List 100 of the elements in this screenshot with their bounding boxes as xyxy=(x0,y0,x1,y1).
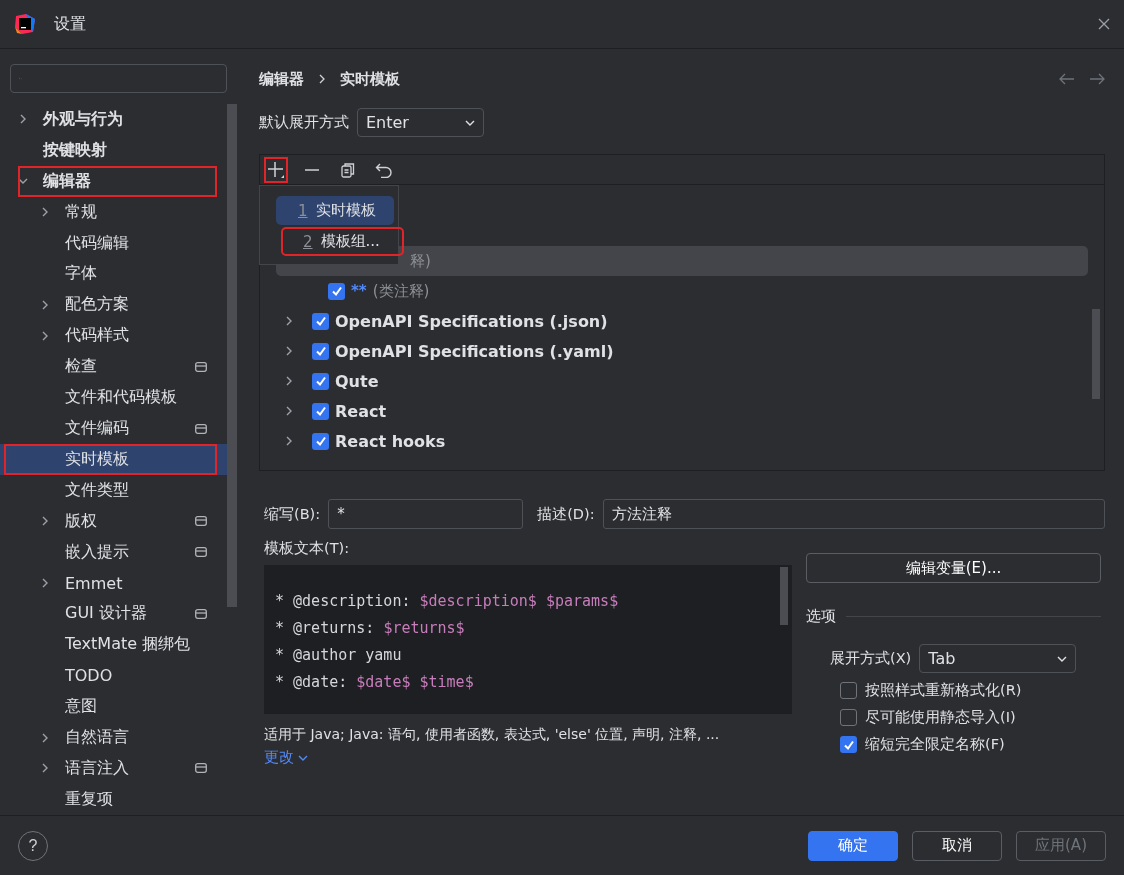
sidebar-item[interactable]: Emmet xyxy=(0,567,227,599)
template-group-row[interactable]: OpenAPI Specifications (.json) xyxy=(276,306,1088,336)
project-scope-icon xyxy=(195,547,207,558)
sidebar-item[interactable]: 按键映射 xyxy=(0,134,227,166)
checkbox[interactable] xyxy=(312,342,329,360)
sidebar-item[interactable]: 重复项 xyxy=(0,783,227,815)
section-title: 选项 xyxy=(806,607,836,626)
dialog-button[interactable]: 取消 xyxy=(912,830,1002,861)
checkbox[interactable] xyxy=(312,312,329,330)
field-label: 默认展开方式 xyxy=(259,113,349,132)
sidebar-item[interactable]: 代码样式 xyxy=(0,320,227,352)
checkbox[interactable] xyxy=(312,402,329,420)
breadcrumb-item: 实时模板 xyxy=(340,69,400,89)
app-logo-icon xyxy=(14,13,36,35)
code-editor[interactable]: * @description: $description$ $params$ * @returns: $returns$ * @author yamu * @date: $date$ $time$ xyxy=(264,565,792,714)
window-title: 设置 xyxy=(54,13,86,35)
menu-item[interactable]: 1 实时模板 xyxy=(276,196,394,225)
check-icon xyxy=(314,345,327,357)
project-scope-icon xyxy=(195,763,207,774)
copy-icon xyxy=(340,161,356,178)
checkbox[interactable] xyxy=(312,372,329,390)
description-field[interactable]: 方法注释 xyxy=(602,499,1105,529)
sidebar-item[interactable]: 代码编辑 xyxy=(0,227,227,259)
checkbox[interactable] xyxy=(840,736,857,753)
checkbox[interactable] xyxy=(312,432,329,450)
field-label: 描述(D): xyxy=(537,504,595,524)
chevron-right-icon xyxy=(18,114,28,125)
scrollbar[interactable] xyxy=(1092,309,1100,399)
ok-button[interactable]: 确定 xyxy=(808,830,898,861)
scrollbar[interactable] xyxy=(227,104,237,607)
sidebar-item[interactable]: 编辑器 xyxy=(0,165,227,197)
sidebar-item[interactable]: 文件和代码模板 xyxy=(0,382,227,414)
sidebar-item[interactable]: 实时模板 xyxy=(0,443,227,475)
group-name: Qute xyxy=(335,371,379,391)
search-field[interactable] xyxy=(10,64,227,93)
sidebar-item[interactable]: 文件编码 xyxy=(0,413,227,444)
chevron-right-icon xyxy=(40,578,50,589)
sidebar-item[interactable]: 版权 xyxy=(0,505,227,537)
add-tool-button[interactable] xyxy=(264,156,288,183)
checkbox-label: 缩短完全限定名称(F) xyxy=(865,735,1005,754)
sidebar-item[interactable]: TextMate 捆绑包 xyxy=(0,629,227,661)
abbreviation-field[interactable]: * xyxy=(328,499,524,529)
sidebar-item[interactable]: GUI 设计器 xyxy=(0,598,227,630)
forward-arrow-icon[interactable] xyxy=(1089,73,1105,85)
scrollbar[interactable] xyxy=(780,567,788,625)
chevron-right-icon xyxy=(284,376,294,386)
check-icon xyxy=(330,285,343,297)
code-line: * @date: $date$ $time$ xyxy=(275,673,475,693)
sidebar-item[interactable]: 字体 xyxy=(0,258,227,290)
check-icon xyxy=(314,435,327,447)
check-icon xyxy=(842,738,855,751)
template-description: 释) xyxy=(410,251,431,271)
sidebar-item[interactable]: 检查 xyxy=(0,351,227,383)
chevron-right-icon xyxy=(40,330,50,341)
sidebar-item[interactable]: 配色方案 xyxy=(0,289,227,321)
sidebar-item[interactable]: 常规 xyxy=(0,196,227,228)
sidebar-item[interactable]: 外观与行为 xyxy=(0,104,227,135)
sidebar-item[interactable]: 嵌入提示 xyxy=(0,536,227,568)
template-group-row[interactable]: React hooks xyxy=(276,426,1088,456)
field-label: 模板文本(T): xyxy=(264,539,351,558)
check-icon xyxy=(314,375,327,387)
sidebar-item[interactable]: 语言注入 xyxy=(0,753,227,784)
sidebar-item[interactable]: 自然语言 xyxy=(0,722,227,754)
field-label: 缩写(B): xyxy=(264,504,321,524)
sidebar-item[interactable]: TODO xyxy=(0,660,227,692)
chevron-right-icon xyxy=(284,346,294,356)
code-line: * @description: $description$ $params$ xyxy=(275,592,620,612)
group-name: OpenAPI Specifications (.json) xyxy=(335,311,608,331)
undo-icon xyxy=(375,161,393,178)
back-arrow-icon[interactable] xyxy=(1059,73,1075,85)
sidebar-item[interactable]: 意图 xyxy=(0,691,227,723)
breadcrumb-item: 编辑器 xyxy=(259,69,304,89)
edit-variables-button[interactable]: 编辑变量(E)... xyxy=(806,553,1101,583)
group-name: React xyxy=(335,401,387,421)
close-icon[interactable] xyxy=(1098,18,1110,30)
expand-select[interactable]: Enter xyxy=(357,108,484,137)
applicable-contexts: 适用于 Java; Java: 语句, 使用者函数, 表达式, 'else' 位置, 声明, 注释, ... xyxy=(264,726,721,744)
template-group-row[interactable]: Qute xyxy=(276,366,1088,396)
project-scope-icon xyxy=(195,608,207,619)
chevron-right-icon xyxy=(40,763,50,774)
change-link[interactable]: 更改 xyxy=(264,748,792,767)
group-name: React hooks xyxy=(335,431,446,451)
plus-icon xyxy=(267,160,285,179)
expand-select[interactable]: Tab xyxy=(919,644,1077,673)
template-group-row[interactable]: React xyxy=(276,396,1088,426)
project-scope-icon xyxy=(195,361,207,372)
checkbox[interactable] xyxy=(840,682,857,699)
checkbox-label: 按照样式重新格式化(R) xyxy=(865,681,1022,700)
field-label: 展开方式(X) xyxy=(830,649,912,668)
template-row[interactable]: ** (类注释) xyxy=(276,276,1088,306)
menu-item[interactable]: 2 模板组... xyxy=(281,227,404,256)
group-name: OpenAPI Specifications (.yaml) xyxy=(335,341,614,361)
checkbox[interactable] xyxy=(840,709,857,726)
minus-icon xyxy=(305,168,319,171)
sidebar-item[interactable]: 文件类型 xyxy=(0,474,227,506)
project-scope-icon xyxy=(195,516,207,527)
template-group-row[interactable]: OpenAPI Specifications (.yaml) xyxy=(276,336,1088,366)
checkbox[interactable] xyxy=(328,282,345,300)
template-abbreviation: ** xyxy=(351,282,367,300)
chevron-right-icon xyxy=(284,406,294,416)
